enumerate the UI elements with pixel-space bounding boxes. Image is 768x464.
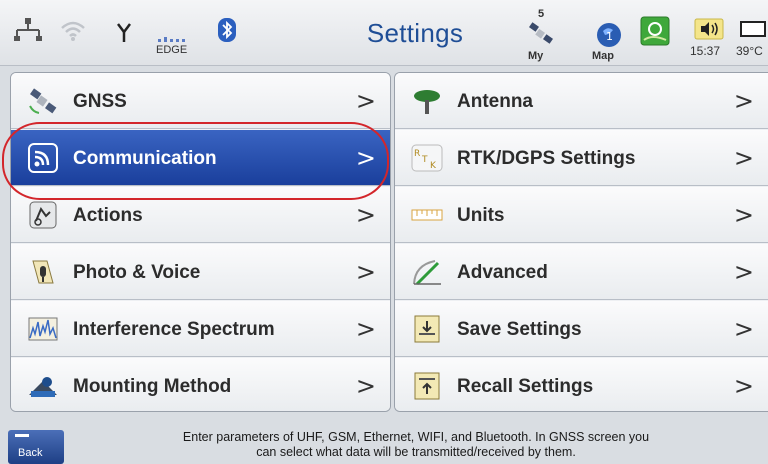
chevron-right-icon: > [355,315,376,343]
battery-icon [740,21,766,37]
menu-item-label: RTK/DGPS Settings [457,148,636,169]
menu-item-rtk-dgps-settings[interactable]: R T K RTK/DGPS Settings > [395,130,768,186]
my-label: My [528,50,544,62]
menu-item-label: Advanced [457,262,548,283]
save-settings-icon [414,315,440,343]
globe-map-icon[interactable]: 1 [596,22,622,48]
menu-item-label: Interference Spectrum [73,319,275,340]
speaker-icon [694,18,724,40]
clock-time: 15:37 [690,44,721,58]
back-bar-icon [15,434,29,437]
help-text: Enter parameters of UHF, GSM, Ethernet, … [70,430,762,460]
satellite-icon[interactable] [528,20,554,48]
page-title: Settings [366,18,464,48]
menu-item-advanced[interactable]: Advanced > [395,244,768,300]
menu-item-communication[interactable]: Communication > [11,130,390,186]
chevron-right-icon: > [733,372,754,400]
rtk-icon: R T K [411,144,443,172]
chevron-right-icon: > [355,201,376,229]
ruler-icon [411,209,443,221]
menu-item-label: Photo & Voice [73,262,201,283]
bluetooth-icon [218,18,236,42]
camera-microphone-icon [32,260,54,284]
menu-item-label: Mounting Method [73,376,232,397]
menu-item-actions[interactable]: Actions > [11,187,390,243]
gps-fix-icon [640,16,670,46]
ethernet-icon [14,18,42,41]
chevron-right-icon: > [733,87,754,115]
menu-item-label: Recall Settings [457,376,594,397]
menu-item-mounting-method[interactable]: Mounting Method > [11,358,390,411]
svg-text:T: T [421,155,428,165]
chevron-right-icon: > [733,258,754,286]
chevron-right-icon: > [733,315,754,343]
menu-item-photo-voice[interactable]: Photo & Voice > [11,244,390,300]
menu-item-units[interactable]: Units > [395,187,768,243]
back-button[interactable]: Back [8,430,64,464]
help-text-line: can select what data will be transmitted… [256,445,576,459]
chevron-right-icon: > [355,372,376,400]
chevron-right-icon: > [355,87,376,115]
menu-item-recall-settings[interactable]: Recall Settings > [395,358,768,411]
temperature-label: 39°C [736,44,763,58]
menu-item-save-settings[interactable]: Save Settings > [395,301,768,357]
wireless-icon [28,143,58,173]
chevron-right-icon: > [733,144,754,172]
menu-item-label: GNSS [73,91,127,112]
advanced-gauge-icon [413,260,441,286]
help-text-line: Enter parameters of UHF, GSM, Ethernet, … [182,430,650,444]
antenna-icon [414,90,440,114]
map-label: Map [592,50,614,62]
recall-settings-icon [414,372,440,400]
chevron-right-icon: > [355,144,376,172]
signal-bars-icon [158,37,185,42]
chevron-right-icon: > [355,258,376,286]
satellite-icon [29,88,57,114]
mounting-icon [29,377,57,397]
wifi-icon [61,21,85,41]
network-type-label: EDGE [156,44,188,56]
back-button-label: Back [18,447,43,459]
actions-icon [29,201,57,229]
antenna-icon [117,23,131,42]
status-bar: EDGE Settings 5 My 1 Map 15:37 39°C [0,0,768,66]
svg-text:R: R [414,149,420,159]
menu-item-interference-spectrum[interactable]: Interference Spectrum > [11,301,390,357]
settings-menu-right: Antenna > R T K RTK/DGPS Settings > Unit… [394,72,768,412]
menu-item-label: Save Settings [457,319,582,340]
menu-item-label: Antenna [457,91,533,112]
menu-item-antenna[interactable]: Antenna > [395,73,768,129]
menu-item-label: Communication [73,148,217,169]
svg-text:1: 1 [606,30,613,43]
satellite-count: 5 [538,8,545,20]
menu-item-label: Actions [73,205,143,226]
spectrum-icon [28,317,58,341]
menu-item-gnss[interactable]: GNSS > [11,73,390,129]
menu-item-label: Units [457,205,505,226]
settings-menu-left: GNSS > Communication > Actions > Photo &… [10,72,391,412]
chevron-right-icon: > [733,201,754,229]
